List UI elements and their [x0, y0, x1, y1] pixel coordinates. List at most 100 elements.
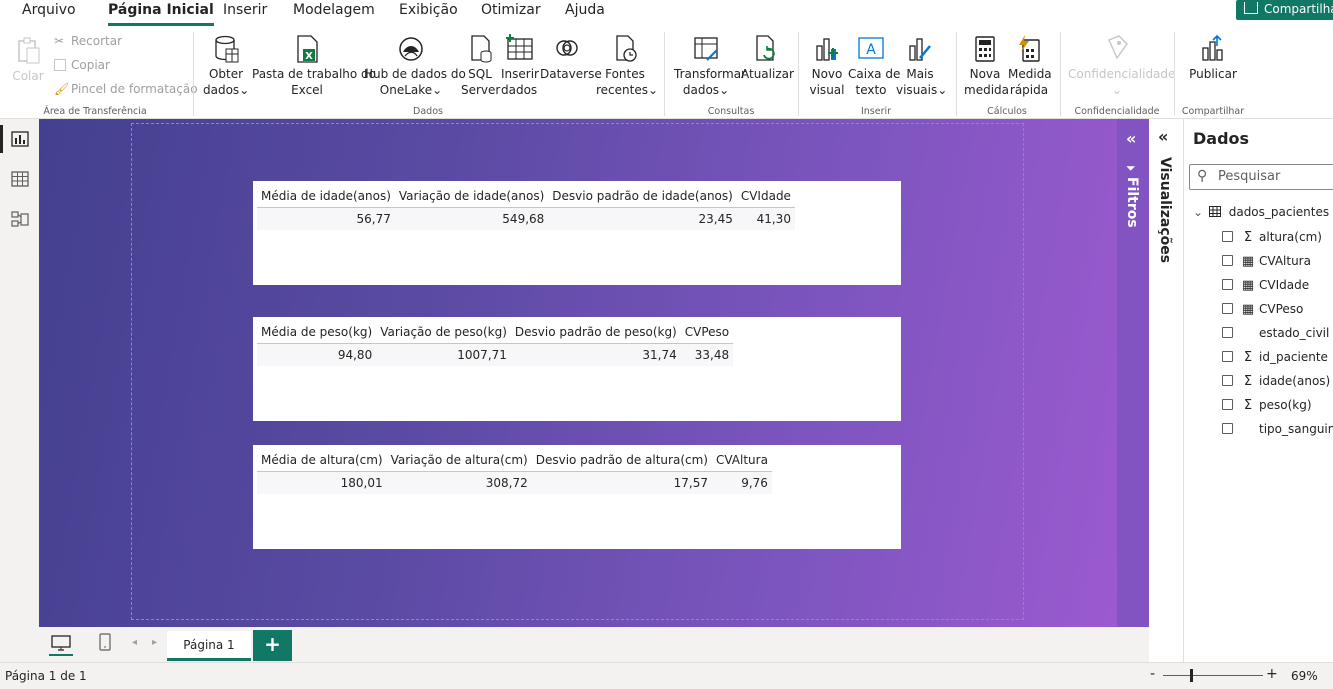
column-header[interactable]: Variação de peso(kg) [376, 321, 511, 344]
menu-modelagem[interactable]: Modelagem [293, 2, 375, 18]
sensitivity-button[interactable]: Confidencialidade ⌄ [1068, 34, 1175, 98]
sql-server-button[interactable]: SQL Server [461, 34, 500, 98]
table-tree-item[interactable]: ⌄ dados_pacientes [1193, 205, 1329, 219]
group-label-data: Dados [413, 106, 443, 117]
recent-sources-button[interactable]: Fontes recentes⌄ [596, 34, 658, 98]
onelake-hub-button[interactable]: Hub de dados do OneLake⌄ [364, 34, 466, 98]
column-header[interactable]: Variação de altura(cm) [386, 449, 532, 472]
menu-inserir[interactable]: Inserir [223, 2, 267, 18]
table-row: 94,80 1007,71 31,74 33,48 [257, 343, 734, 366]
field-checkbox[interactable] [1222, 231, 1233, 242]
desktop-layout-icon[interactable] [51, 635, 71, 651]
scroll-left-icon[interactable]: ◂ [132, 637, 137, 648]
menu-ajuda[interactable]: Ajuda [565, 2, 605, 18]
filters-pane-collapsed[interactable]: « ⏷ Filtros [1117, 119, 1149, 627]
table-visual-altura[interactable]: Média de altura(cm) Variação de altura(c… [253, 445, 901, 549]
transform-data-button[interactable]: Transformar dados⌄ [674, 34, 746, 98]
table-view-icon[interactable] [11, 171, 29, 187]
field-checkbox[interactable] [1222, 399, 1233, 410]
field-checkbox[interactable] [1222, 255, 1233, 266]
field-item[interactable]: Σpeso(kg) [1222, 398, 1312, 414]
field-checkbox[interactable] [1222, 423, 1233, 434]
new-visual-button[interactable]: Novo visual [808, 34, 846, 98]
group-label-calc: Cálculos [987, 106, 1027, 117]
expand-chevron-icon[interactable]: « [1158, 127, 1168, 146]
field-name: CVIdade [1259, 278, 1310, 292]
page-tab[interactable]: Página 1 [167, 631, 251, 661]
dataverse-button[interactable]: Dataverse [540, 34, 602, 82]
cut-button[interactable]: ✂ Recortar [54, 34, 122, 48]
menu-exibicao[interactable]: Exibição [399, 2, 458, 18]
new-measure-button[interactable]: Nova medida [964, 34, 1009, 98]
report-canvas[interactable]: Média de idade(anos) Variação de idade(a… [39, 119, 1117, 627]
format-painter-button[interactable]: 🖌 Pincel de formatação [54, 82, 198, 96]
column-header[interactable]: CVAltura [711, 449, 772, 472]
column-header[interactable]: CVPeso [680, 321, 734, 344]
field-checkbox[interactable] [1222, 327, 1233, 338]
table-visual-idade[interactable]: Média de idade(anos) Variação de idade(a… [253, 181, 901, 285]
column-header[interactable]: Média de altura(cm) [257, 449, 387, 472]
report-view-icon[interactable] [11, 131, 29, 147]
excel-workbook-button[interactable]: X Pasta de trabalho do Excel [252, 34, 376, 98]
zoom-slider[interactable] [1163, 675, 1263, 676]
enter-data-button[interactable]: Inserir dados [501, 34, 539, 98]
field-checkbox[interactable] [1222, 303, 1233, 314]
menu-pagina-inicial[interactable]: Página Inicial [108, 2, 214, 26]
paste-button[interactable]: Colar [10, 36, 46, 84]
dataverse-label: Dataverse [540, 67, 602, 81]
group-label-clipboard: Área de Transferência [43, 106, 147, 117]
zoom-level[interactable]: 69% [1291, 669, 1318, 683]
visualizations-label: Visualizações [1157, 157, 1173, 264]
scroll-right-icon[interactable]: ▸ [152, 637, 157, 648]
publish-button[interactable]: Publicar [1186, 34, 1240, 82]
field-checkbox[interactable] [1222, 375, 1233, 386]
table-cell: 9,76 [711, 471, 772, 494]
chevron-down-icon: ⌄ [432, 83, 443, 97]
field-checkbox[interactable] [1222, 351, 1233, 362]
table-visual-peso[interactable]: Média de peso(kg) Variação de peso(kg) D… [253, 317, 901, 421]
menu-otimizar[interactable]: Otimizar [481, 2, 541, 18]
field-item[interactable]: Σaltura(cm) [1222, 230, 1322, 246]
zoom-out-button[interactable]: - [1150, 666, 1155, 682]
get-data-button[interactable]: Obter dados⌄ [203, 34, 249, 98]
field-item[interactable]: Σid_paciente [1222, 350, 1328, 366]
field-item[interactable]: tipo_sanguineo [1222, 422, 1333, 438]
column-header[interactable]: Média de idade(anos) [257, 185, 395, 208]
text-box-button[interactable]: A Caixa de texto [848, 34, 900, 98]
quick-measure-label-2: rápida [1009, 83, 1049, 97]
ribbon-separator [664, 32, 665, 116]
zoom-slider-thumb[interactable] [1190, 669, 1193, 682]
calculator-icon: ▦ [1241, 254, 1255, 269]
more-visuals-button[interactable]: Mais visuais⌄ [896, 34, 947, 98]
table-cell: 41,30 [736, 207, 795, 230]
expand-chevron-icon[interactable]: « [1126, 129, 1136, 148]
copy-button[interactable]: Copiar [54, 58, 110, 72]
field-item[interactable]: ▦ CVIdade [1222, 278, 1309, 294]
scissors-icon: ✂ [54, 34, 65, 48]
refresh-button[interactable]: Atualizar [741, 34, 794, 82]
sensitivity-icon [1108, 35, 1128, 60]
active-layout-indicator [49, 654, 73, 656]
zoom-in-button[interactable]: + [1266, 666, 1278, 682]
add-page-button[interactable]: + [253, 630, 292, 661]
column-header[interactable]: Desvio padrão de idade(anos) [548, 185, 737, 208]
share-button[interactable]: Compartilhar [1236, 0, 1333, 20]
search-input[interactable]: ⚲ Pesquisar [1189, 164, 1333, 190]
column-header[interactable]: Desvio padrão de peso(kg) [510, 321, 681, 344]
field-name: CVPeso [1259, 302, 1304, 316]
mobile-layout-icon[interactable] [99, 633, 111, 651]
new-visual-label-2: visual [809, 83, 845, 97]
menu-arquivo[interactable]: Arquivo [22, 2, 76, 18]
model-view-icon[interactable] [11, 211, 29, 227]
field-item[interactable]: estado_civil [1222, 326, 1329, 342]
field-item[interactable]: ▦ CVPeso [1222, 302, 1303, 318]
column-header[interactable]: CVIdade [736, 185, 795, 208]
column-header[interactable]: Desvio padrão de altura(cm) [531, 449, 712, 472]
field-item[interactable]: ▦ CVAltura [1222, 254, 1311, 270]
field-item[interactable]: Σidade(anos) [1222, 374, 1330, 390]
column-header[interactable]: Média de peso(kg) [257, 321, 377, 344]
quick-measure-button[interactable]: Medida rápida [1008, 34, 1052, 98]
field-checkbox[interactable] [1222, 279, 1233, 290]
column-header[interactable]: Variação de idade(anos) [394, 185, 549, 208]
visualizations-pane-collapsed[interactable]: « Visualizações [1149, 119, 1184, 662]
